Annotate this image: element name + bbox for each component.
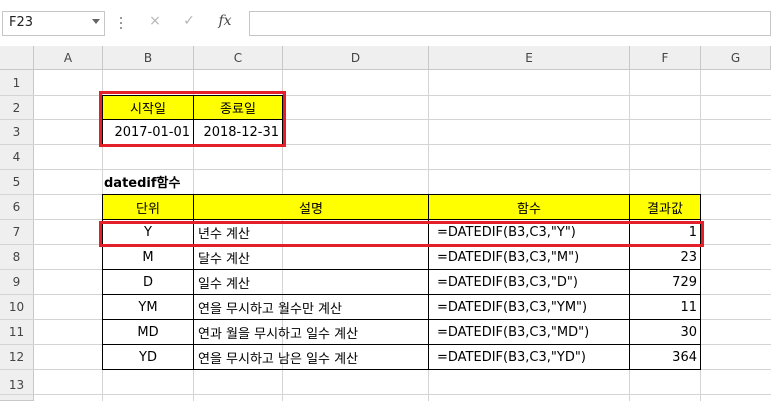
result-cell[interactable]: 364 [629, 344, 701, 370]
cancel-icon[interactable]: × [143, 13, 167, 29]
description-cell[interactable]: 연과 월을 무시하고 일수 계산 [193, 319, 429, 345]
row-header-11[interactable]: 11 [0, 320, 34, 345]
function-cell[interactable]: =DATEDIF(B3,C3,"Y") [428, 219, 630, 245]
row-header-7[interactable]: 7 [0, 220, 34, 245]
header-description[interactable]: 설명 [193, 194, 429, 220]
description-cell[interactable]: 년수 계산 [193, 219, 429, 245]
column-header-g[interactable]: G [701, 46, 771, 70]
function-cell[interactable]: =DATEDIF(B3,C3,"YM") [428, 294, 630, 320]
function-cell[interactable]: =DATEDIF(B3,C3,"D") [428, 269, 630, 295]
unit-cell[interactable]: YD [102, 344, 194, 370]
column-header-d[interactable]: D [283, 46, 429, 70]
unit-cell[interactable]: MD [102, 319, 194, 345]
column-header-c[interactable]: C [194, 46, 283, 70]
column-header-b[interactable]: B [103, 46, 194, 70]
column-header-a[interactable]: A [34, 46, 103, 70]
section-title[interactable]: datedif함수 [102, 169, 222, 194]
start-date-value[interactable]: 2017-01-01 [102, 119, 194, 145]
unit-cell[interactable]: Y [102, 219, 194, 245]
end-date-value[interactable]: 2018-12-31 [193, 119, 283, 145]
chevron-down-icon[interactable] [92, 19, 100, 24]
header-result[interactable]: 결과값 [629, 194, 701, 220]
function-cell[interactable]: =DATEDIF(B3,C3,"MD") [428, 319, 630, 345]
result-cell[interactable]: 30 [629, 319, 701, 345]
result-cell[interactable]: 1 [629, 219, 701, 245]
gridline [0, 394, 771, 395]
row-header-10[interactable]: 10 [0, 295, 34, 320]
select-all-corner[interactable] [0, 46, 34, 70]
separator-dots-icon [120, 17, 122, 19]
row-header-1[interactable]: 1 [0, 70, 34, 96]
function-cell[interactable]: =DATEDIF(B3,C3,"YD") [428, 344, 630, 370]
row-header-3[interactable]: 3 [0, 120, 34, 145]
separator-dots-icon [120, 27, 122, 29]
row-header-5[interactable]: 5 [0, 170, 34, 195]
formula-bar: F23 × ✓ fx [0, 0, 771, 40]
header-function[interactable]: 함수 [428, 194, 630, 220]
description-cell[interactable]: 연을 무시하고 남은 일수 계산 [193, 344, 429, 370]
end-date-header[interactable]: 종료일 [193, 95, 283, 120]
row-header-8[interactable]: 8 [0, 245, 34, 270]
result-cell[interactable]: 23 [629, 244, 701, 270]
insert-function-icon[interactable]: fx [213, 13, 237, 29]
column-header-e[interactable]: E [429, 46, 630, 70]
unit-cell[interactable]: YM [102, 294, 194, 320]
unit-cell[interactable]: M [102, 244, 194, 270]
enter-icon[interactable]: ✓ [177, 13, 201, 29]
separator-dots-icon [120, 22, 122, 24]
column-header-f[interactable]: F [630, 46, 701, 70]
row-header-2[interactable]: 2 [0, 96, 34, 120]
formula-input[interactable] [249, 11, 771, 36]
row-header-12[interactable]: 12 [0, 345, 34, 370]
unit-cell[interactable]: D [102, 269, 194, 295]
spreadsheet-grid[interactable]: A B C D E F G 1 2 3 4 5 6 7 8 9 10 11 12… [0, 46, 771, 401]
row-header-6[interactable]: 6 [0, 195, 34, 220]
function-cell[interactable]: =DATEDIF(B3,C3,"M") [428, 244, 630, 270]
row-header-9[interactable]: 9 [0, 270, 34, 295]
description-cell[interactable]: 연을 무시하고 월수만 계산 [193, 294, 429, 320]
row-header-13[interactable]: 13 [0, 370, 34, 401]
start-date-header[interactable]: 시작일 [102, 95, 194, 120]
result-cell[interactable]: 729 [629, 269, 701, 295]
description-cell[interactable]: 달수 계산 [193, 244, 429, 270]
row-header-4[interactable]: 4 [0, 145, 34, 170]
name-box[interactable]: F23 [2, 11, 105, 36]
header-unit[interactable]: 단위 [102, 194, 194, 220]
name-box-value: F23 [9, 15, 34, 30]
formula-buttons: × ✓ fx [131, 11, 248, 36]
description-cell[interactable]: 일수 계산 [193, 269, 429, 295]
result-cell[interactable]: 11 [629, 294, 701, 320]
